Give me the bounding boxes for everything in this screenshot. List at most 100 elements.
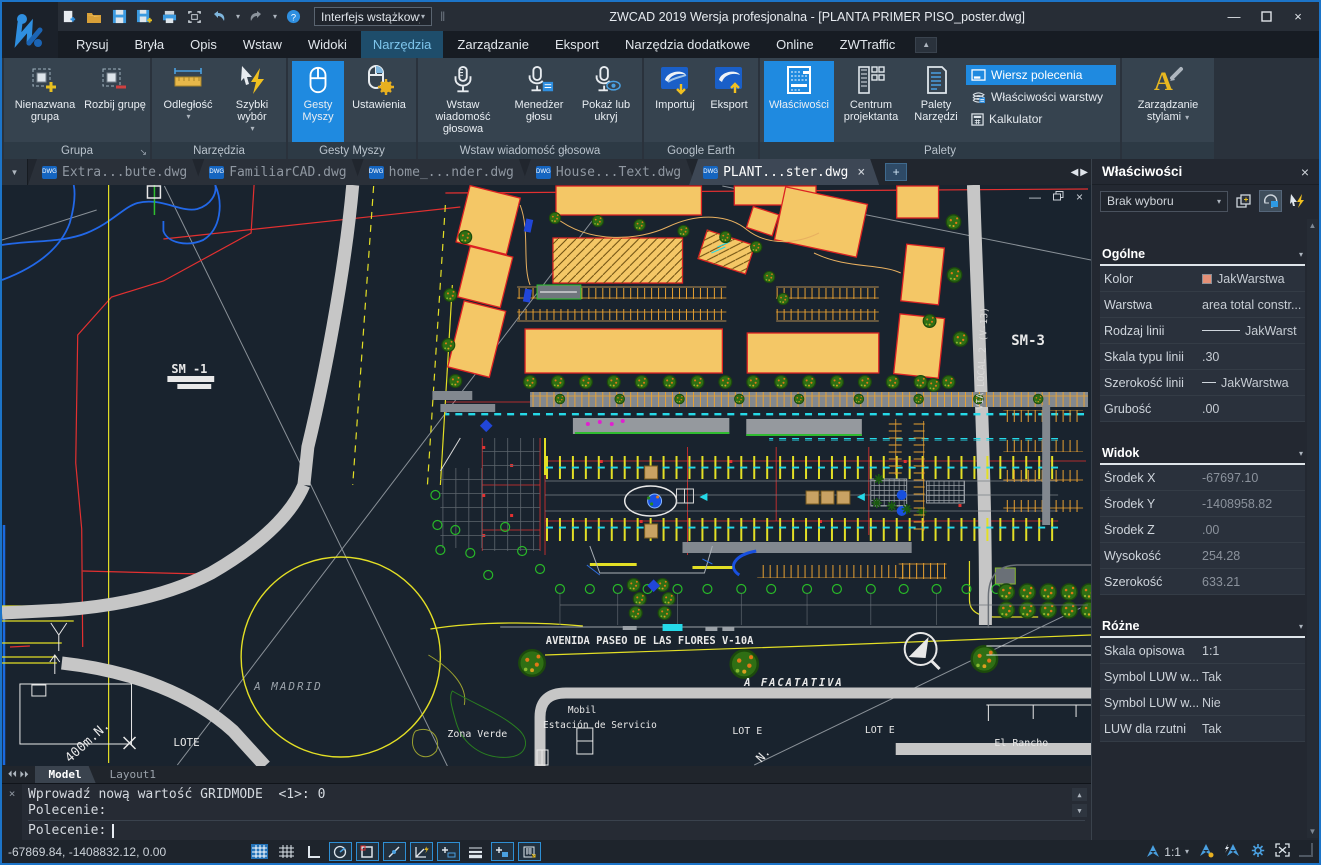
voice-manager-button[interactable]: Menedżer głosu: [506, 61, 572, 142]
mdi-close-icon[interactable]: [1076, 190, 1083, 204]
layer-properties-button[interactable]: Właściwości warstwy: [966, 87, 1116, 107]
save-icon[interactable]: [110, 8, 128, 26]
distance-button[interactable]: Odległość: [156, 61, 220, 142]
undo-icon[interactable]: [210, 8, 228, 26]
toggle-pickadd-button[interactable]: [1232, 190, 1255, 212]
doc-tab-familiarcad[interactable]: DWGFamiliarCAD.dwg: [195, 159, 360, 185]
prop-row-skala-opisowa[interactable]: Skala opisowa 1:1: [1100, 638, 1305, 664]
dynamic-input-icon[interactable]: [437, 842, 460, 861]
quick-select-button[interactable]: Szybki wybór: [222, 61, 282, 142]
mdi-restore-icon[interactable]: [1053, 190, 1064, 204]
doc-tab-house[interactable]: DWGHouse...Text.dwg: [522, 159, 695, 185]
doc-tab-extra[interactable]: DWGExtra...bute.dwg: [28, 159, 201, 185]
tab-bryla[interactable]: Bryła: [123, 31, 177, 58]
ortho-icon[interactable]: [302, 842, 325, 861]
print-icon[interactable]: [160, 8, 178, 26]
mouse-gestures-button[interactable]: Gesty Myszy: [292, 61, 344, 142]
grid-icon[interactable]: [275, 842, 298, 861]
dynamic-ucs-icon[interactable]: [410, 842, 433, 861]
prop-row-srodek-x[interactable]: Środek X -67697.10: [1100, 465, 1305, 491]
tab-scroll-right-icon[interactable]: ▶: [1080, 167, 1088, 178]
close-button[interactable]: [1285, 8, 1311, 26]
style-manager-button[interactable]: A Zarządzanie stylami: [1126, 61, 1210, 142]
tab-narzedzia[interactable]: Narzędzia: [361, 31, 444, 58]
voice-show-hide-button[interactable]: Pokaż lub ukryj: [574, 61, 638, 142]
explode-group-button[interactable]: Rozbij grupę: [84, 61, 146, 142]
command-input[interactable]: Polecenie:: [28, 820, 1085, 838]
otrack-icon[interactable]: [383, 842, 406, 861]
tab-online[interactable]: Online: [764, 31, 826, 58]
prop-row-warstwa[interactable]: Warstwa area total constr...: [1100, 292, 1305, 318]
prop-row-szerokosc-linii[interactable]: Szerokość linii JakWarstwa: [1100, 370, 1305, 396]
fullscreen-icon[interactable]: [1275, 843, 1290, 860]
section-widok[interactable]: Widok: [1100, 444, 1305, 465]
grid-display-icon[interactable]: [248, 842, 271, 861]
prop-row-szerokosc[interactable]: Szerokość 633.21: [1100, 569, 1305, 595]
command-line-toggle-button[interactable]: Wiersz polecenia: [966, 65, 1116, 85]
select-objects-button[interactable]: [1259, 190, 1282, 212]
dialog-launcher-icon[interactable]: ↘: [139, 147, 147, 158]
gesture-settings-button[interactable]: Ustawienia: [346, 61, 412, 142]
auto-annotation-icon[interactable]: [1224, 843, 1241, 861]
selection-cycling-icon[interactable]: [491, 842, 514, 861]
ge-export-button[interactable]: Eksport: [704, 61, 754, 142]
command-window[interactable]: Wprowadź nową wartość GRIDMODE <1>: 0 Po…: [2, 783, 1091, 840]
prop-row-symbol-luw-1[interactable]: Symbol LUW w... Tak: [1100, 664, 1305, 690]
prop-row-skala-linii[interactable]: Skala typu linii .30: [1100, 344, 1305, 370]
workspace-dropdown[interactable]: Interfejs wstążkowy: [314, 7, 432, 26]
prop-row-srodek-y[interactable]: Środek Y -1408958.82: [1100, 491, 1305, 517]
quick-select-panel-button[interactable]: [1286, 190, 1309, 212]
command-scroll-up-icon[interactable]: ▲: [1072, 788, 1087, 801]
prop-row-rodzaj-linii[interactable]: Rodzaj linii JakWarst: [1100, 318, 1305, 344]
unnamed-group-button[interactable]: Nienazwana grupa: [8, 61, 82, 142]
osnap-icon[interactable]: [356, 842, 379, 861]
mdi-minimize-icon[interactable]: —: [1029, 190, 1041, 204]
tab-model[interactable]: Model: [35, 766, 96, 783]
tab-rysuj[interactable]: Rysuj: [64, 31, 121, 58]
layout-nav-buttons[interactable]: ⏴⏴ ⏵⏵: [2, 766, 35, 783]
new-tab-button[interactable]: +: [885, 163, 907, 181]
lineweight-icon[interactable]: [464, 842, 487, 861]
redo-dropdown-caret-icon[interactable]: [273, 12, 277, 21]
properties-scrollbar[interactable]: ▲ ▼: [1307, 219, 1318, 838]
ribbon-collapse-button[interactable]: ▲: [915, 37, 937, 53]
tab-zarzadzanie[interactable]: Zarządzanie: [445, 31, 541, 58]
tab-layout1[interactable]: Layout1: [96, 766, 170, 783]
insert-voice-button[interactable]: Wstaw wiadomość głosowa: [422, 61, 504, 142]
selection-dropdown[interactable]: Brak wyboru: [1100, 191, 1228, 212]
tab-widoki[interactable]: Widoki: [296, 31, 359, 58]
doc-tab-planta-active[interactable]: DWGPLANT...ster.dwg: [689, 159, 879, 185]
prop-row-luw-rzutni[interactable]: LUW dla rzutni Tak: [1100, 716, 1305, 742]
resize-grip[interactable]: [1299, 843, 1313, 857]
tab-opis[interactable]: Opis: [178, 31, 229, 58]
polar-tracking-icon[interactable]: [329, 842, 352, 861]
prop-row-kolor[interactable]: Kolor JakWarstwa: [1100, 266, 1305, 292]
drawing-canvas[interactable]: —: [2, 185, 1091, 766]
hardware-accel-icon[interactable]: [518, 842, 541, 861]
properties-close-icon[interactable]: [1301, 164, 1309, 180]
settings-gear-icon[interactable]: [1250, 843, 1266, 861]
preview-icon[interactable]: [185, 8, 203, 26]
save-as-icon[interactable]: [135, 8, 153, 26]
prop-row-srodek-z[interactable]: Środek Z .00: [1100, 517, 1305, 543]
tab-eksport[interactable]: Eksport: [543, 31, 611, 58]
new-file-icon[interactable]: [60, 8, 78, 26]
tab-narzedzia-dodatkowe[interactable]: Narzędzia dodatkowe: [613, 31, 762, 58]
document-list-button[interactable]: ▼: [2, 159, 28, 185]
maximize-button[interactable]: [1253, 8, 1279, 26]
scroll-up-icon[interactable]: ▲: [1309, 219, 1317, 232]
design-center-button[interactable]: Centrum projektanta: [836, 61, 906, 142]
section-ogolne[interactable]: Ogólne: [1100, 245, 1305, 266]
help-icon[interactable]: ?: [284, 8, 302, 26]
prop-row-symbol-luw-2[interactable]: Symbol LUW w... Nie: [1100, 690, 1305, 716]
annotation-visibility-icon[interactable]: [1198, 843, 1215, 861]
annotation-scale-control[interactable]: 1:1: [1145, 844, 1189, 859]
prop-row-grubosc[interactable]: Grubość .00: [1100, 396, 1305, 422]
tab-zwtraffic[interactable]: ZWTraffic: [828, 31, 908, 58]
command-scroll-down-icon[interactable]: ▼: [1072, 804, 1087, 817]
prop-row-wysokosc[interactable]: Wysokość 254.28: [1100, 543, 1305, 569]
zwcad-logo-icon[interactable]: [2, 2, 58, 58]
open-folder-icon[interactable]: [85, 8, 103, 26]
tool-palettes-button[interactable]: Palety Narzędzi: [908, 61, 964, 142]
minimize-button[interactable]: —: [1221, 8, 1247, 26]
